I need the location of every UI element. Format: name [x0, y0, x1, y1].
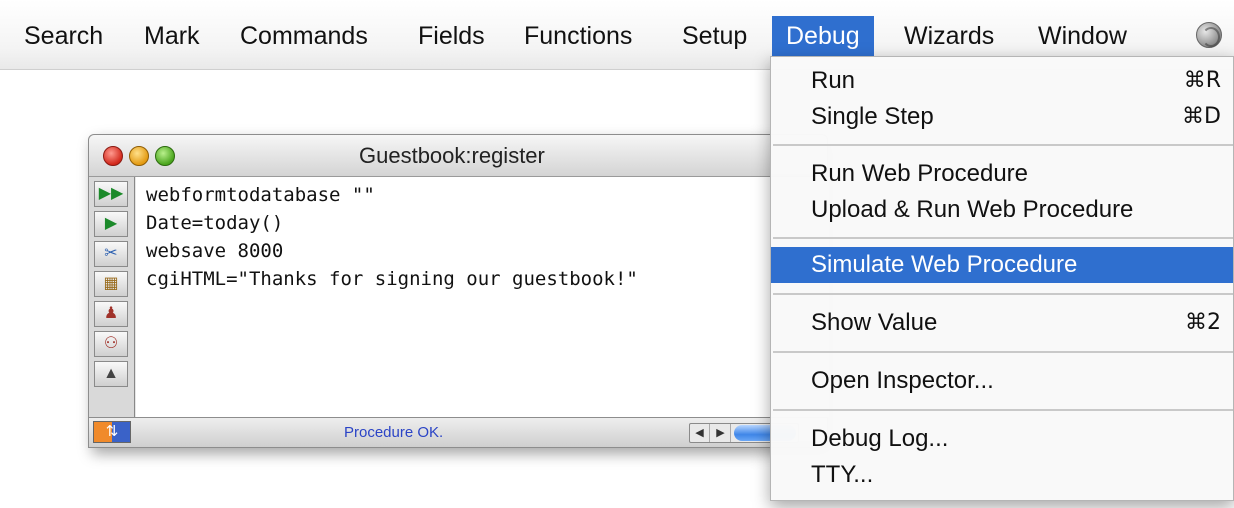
- procedure-window: Guestbook:register ▶▶ ▶ ✂ ▦ ♟ ⚇ ▲ webfor…: [88, 134, 829, 448]
- menu-item-single-step[interactable]: Single Step ⌘D: [771, 99, 1233, 135]
- tool-strip: ▶▶ ▶ ✂ ▦ ♟ ⚇ ▲: [89, 177, 135, 417]
- window-titlebar[interactable]: Guestbook:register: [89, 135, 827, 177]
- window-title: Guestbook:register: [359, 143, 545, 168]
- code-line: webformtodatabase "": [146, 184, 375, 206]
- menu-item-label: Run Web Procedure: [811, 160, 1029, 187]
- menu-wizards[interactable]: Wizards: [890, 16, 1008, 56]
- shortcut-label: ⌘D: [1182, 104, 1221, 129]
- scissors-icon[interactable]: ✂: [94, 241, 128, 267]
- menu-item-label: Single Step: [811, 103, 934, 130]
- up-arrow-icon[interactable]: ▲: [94, 361, 128, 387]
- debug-menu: Run ⌘R Single Step ⌘D Run Web Procedure …: [770, 56, 1234, 501]
- code-line: Date=today(): [146, 212, 284, 234]
- close-button[interactable]: [103, 146, 123, 166]
- person-icon[interactable]: ♟: [94, 301, 128, 327]
- shortcut-label: ⌘2: [1185, 310, 1221, 335]
- menu-item-open-inspector[interactable]: Open Inspector...: [771, 363, 1233, 399]
- menu-item-label: Show Value: [811, 309, 938, 336]
- menu-separator: [773, 293, 1233, 295]
- menu-fields[interactable]: Fields: [404, 16, 499, 56]
- up-down-arrows-icon[interactable]: ⇅: [93, 421, 131, 443]
- people-icon[interactable]: ⚇: [94, 331, 128, 357]
- menu-item-run[interactable]: Run ⌘R: [771, 63, 1233, 99]
- status-message: Procedure OK.: [344, 424, 444, 441]
- code-line: websave 8000: [146, 240, 284, 262]
- menu-item-show-value[interactable]: Show Value ⌘2: [771, 305, 1233, 341]
- minimize-button[interactable]: [129, 146, 149, 166]
- menu-separator: [773, 237, 1233, 239]
- menu-commands[interactable]: Commands: [226, 16, 382, 56]
- shortcut-label: ⌘R: [1183, 68, 1221, 93]
- menu-separator: [773, 144, 1233, 146]
- menu-item-label: TTY...: [811, 461, 874, 488]
- tools-icon[interactable]: ▦: [94, 271, 128, 297]
- menu-separator: [773, 409, 1233, 411]
- menu-item-debug-log[interactable]: Debug Log...: [771, 421, 1233, 457]
- code-line: cgiHTML="Thanks for signing our guestboo…: [146, 268, 638, 290]
- menu-functions[interactable]: Functions: [510, 16, 646, 56]
- menu-window[interactable]: Window: [1024, 16, 1141, 56]
- menu-debug[interactable]: Debug: [772, 16, 874, 56]
- globe-icon[interactable]: [1196, 22, 1222, 48]
- fast-forward-icon[interactable]: ▶▶: [94, 181, 128, 207]
- menu-mark[interactable]: Mark: [130, 16, 214, 56]
- menu-search[interactable]: Search: [10, 16, 117, 56]
- menu-setup[interactable]: Setup: [668, 16, 761, 56]
- menu-item-tty[interactable]: TTY...: [771, 457, 1233, 493]
- code-editor[interactable]: webformtodatabase "" Date=today() websav…: [136, 177, 829, 417]
- menu-item-upload-run-web-procedure[interactable]: Upload & Run Web Procedure: [771, 192, 1233, 228]
- play-icon[interactable]: ▶: [94, 211, 128, 237]
- menu-separator: [773, 351, 1233, 353]
- zoom-button[interactable]: [155, 146, 175, 166]
- menu-item-label: Simulate Web Procedure: [811, 251, 1078, 278]
- menu-item-simulate-web-procedure[interactable]: Simulate Web Procedure: [771, 247, 1233, 283]
- status-bar: ⇅ Procedure OK. ◀ ▶: [89, 417, 827, 447]
- scroll-right-icon[interactable]: ▶: [711, 424, 731, 442]
- menu-item-label: Debug Log...: [811, 425, 949, 452]
- menu-item-run-web-procedure[interactable]: Run Web Procedure: [771, 156, 1233, 192]
- scroll-left-icon[interactable]: ◀: [690, 424, 710, 442]
- menu-item-label: Upload & Run Web Procedure: [811, 196, 1134, 223]
- menu-item-label: Run: [811, 67, 856, 94]
- menu-item-label: Open Inspector...: [811, 367, 994, 394]
